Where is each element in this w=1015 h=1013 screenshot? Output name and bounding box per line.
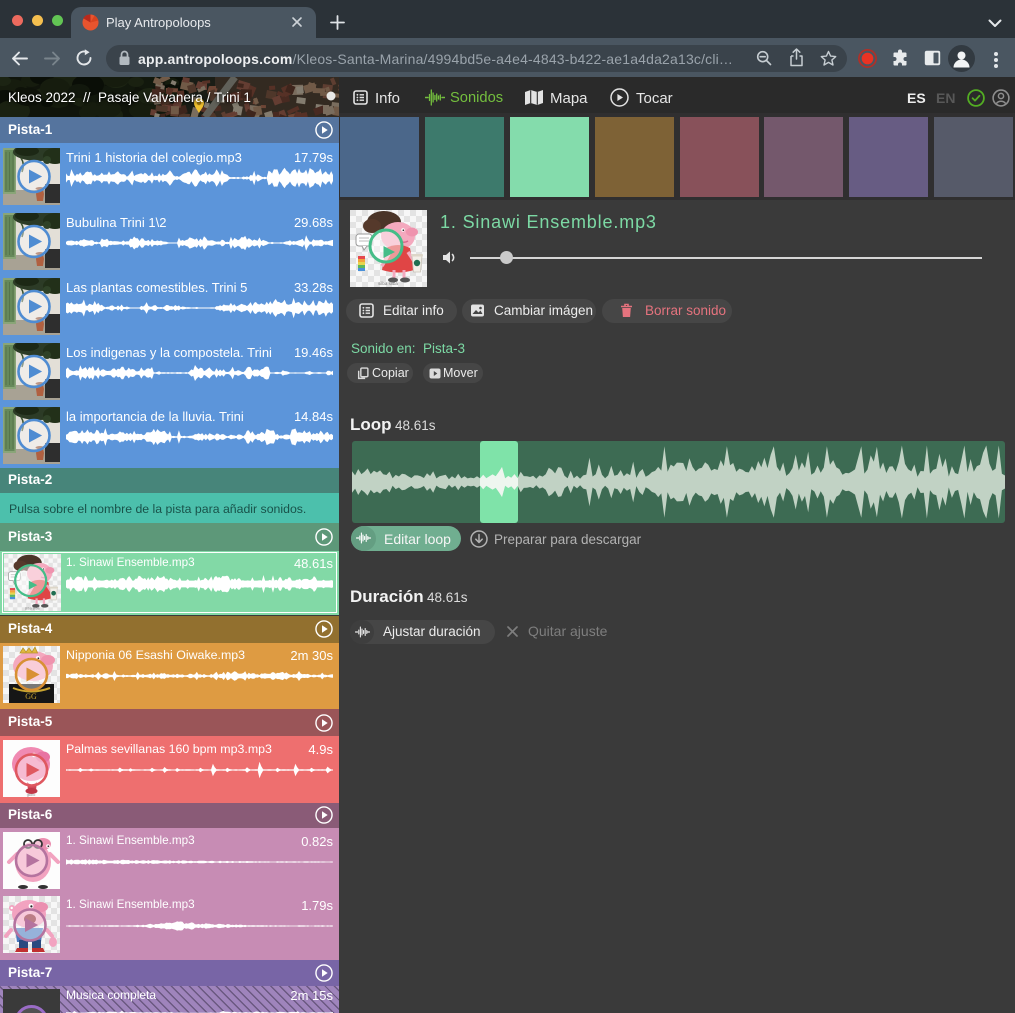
svg-text:silba silba: silba silba bbox=[378, 281, 398, 286]
svg-text:silba silba: silba silba bbox=[25, 607, 40, 611]
svg-text:GG: GG bbox=[25, 692, 37, 701]
svg-text:globo: globo bbox=[27, 793, 36, 797]
